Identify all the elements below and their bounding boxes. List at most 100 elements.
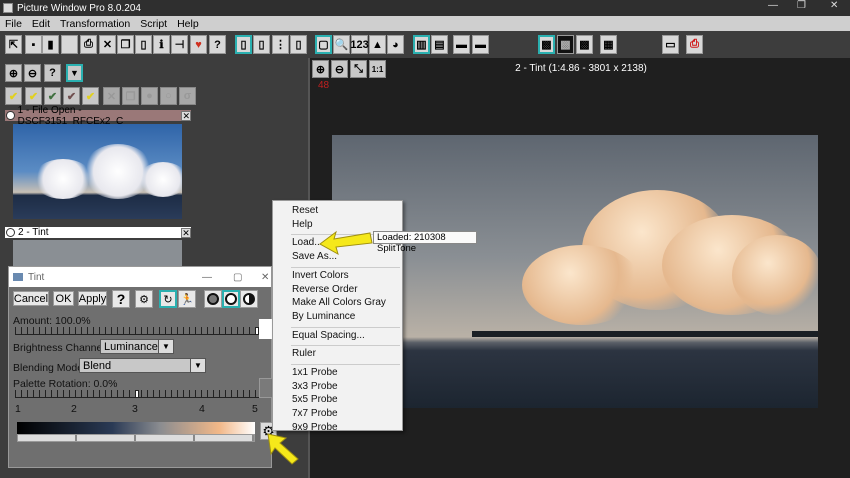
check-dark-icon[interactable]: ✔ [63, 87, 80, 105]
zoom-in-icon[interactable]: ⊕ [5, 64, 22, 82]
layout-4-icon[interactable]: ▯ [290, 35, 307, 54]
dialog-close-button[interactable]: ✕ [261, 272, 269, 283]
apply-button[interactable]: Apply [78, 291, 107, 306]
check-double-icon[interactable]: ✔ [82, 87, 99, 105]
printer-red-icon[interactable]: ⎙ [686, 35, 703, 54]
menu-item-1x1-probe[interactable]: 1x1 Probe [292, 367, 338, 378]
close-icon[interactable]: ✕ [99, 35, 116, 54]
menu-transformation[interactable]: Transformation [55, 18, 135, 30]
menu-item-3x3-probe[interactable]: 3x3 Probe [292, 381, 338, 392]
circle-outline-icon[interactable]: ○ [160, 87, 177, 105]
menu-item-by-luminance[interactable]: By Luminance [292, 311, 355, 322]
check-multi-yellow-icon[interactable]: ✔ [25, 87, 42, 105]
dialog-maximize-button[interactable]: ▢ [233, 272, 242, 283]
cancel-button[interactable]: Cancel [13, 291, 49, 306]
menu-item-5x5-probe[interactable]: 5x5 Probe [292, 394, 338, 405]
gradient-cyan-icon[interactable]: ▬ [472, 35, 489, 54]
menu-item-make-all-colors-gray[interactable]: Make All Colors Gray [292, 297, 386, 308]
thumb-header-1[interactable]: 1 - File Open - DSCF3151_RFCEx2_C ✕ [5, 105, 192, 127]
stop-label: 2 [71, 403, 77, 415]
ok-button[interactable]: OK [53, 291, 74, 306]
view-before-button[interactable] [204, 290, 222, 308]
close-icon[interactable]: ✕ [181, 227, 191, 238]
palette-rotation-slider[interactable] [15, 390, 261, 398]
blending-mode-select[interactable]: Blend ▼ [79, 358, 206, 373]
menu-item-invert-colors[interactable]: Invert Colors [292, 270, 349, 281]
chevron-down-icon: ▼ [190, 359, 205, 372]
mouse-icon[interactable]: ▢ [315, 35, 332, 54]
menu-help[interactable]: Help [172, 18, 204, 30]
checker-white-icon[interactable]: ▩ [576, 35, 593, 54]
run-icon[interactable]: 🏃 [178, 290, 196, 308]
menu-item-ruler[interactable]: Ruler [292, 348, 316, 359]
open-icon[interactable]: ⇱ [5, 35, 22, 54]
menu-script[interactable]: Script [135, 18, 172, 30]
split-vertical-icon[interactable]: ▥ [413, 35, 430, 54]
app-icon [3, 3, 13, 13]
minimize-button[interactable]: — [768, 0, 778, 11]
split-horizontal-icon[interactable]: ▤ [431, 35, 448, 54]
dialog-icon [13, 273, 23, 281]
help-button[interactable]: ? [112, 290, 130, 308]
palette-icon[interactable]: ◕ [387, 35, 404, 54]
check-yellow-icon[interactable]: ✔ [5, 87, 22, 105]
circle-icon[interactable]: ● [141, 87, 158, 105]
view-after-button[interactable] [222, 290, 240, 308]
layout-3-icon[interactable]: ⋮ [272, 35, 289, 54]
histogram-icon[interactable]: ▲ [369, 35, 386, 54]
close-button[interactable]: ✕ [830, 0, 838, 11]
checker-gray-icon[interactable]: ▩ [538, 35, 555, 54]
new-icon[interactable] [61, 35, 78, 54]
brightness-channel-select[interactable]: Luminance ▼ [100, 339, 174, 354]
amount-slider[interactable] [15, 327, 261, 335]
palette-gradient[interactable] [17, 422, 255, 434]
menu-file[interactable]: File [0, 18, 27, 30]
magnifier-icon[interactable]: 🔍 [333, 35, 350, 54]
tree-icon[interactable]: ⊣ [171, 35, 188, 54]
copy-icon[interactable]: ❐ [122, 87, 139, 105]
grid-icon[interactable]: ▦ [600, 35, 617, 54]
print-icon[interactable]: ⎙ [80, 35, 97, 54]
menu-item-equal-spacing[interactable]: Equal Spacing... [292, 330, 365, 341]
check-green-icon[interactable]: ✔ [44, 87, 61, 105]
thumbnail-file-open[interactable] [13, 124, 182, 219]
radio-button[interactable] [6, 111, 15, 120]
menu-edit[interactable]: Edit [27, 18, 55, 30]
menu-item-reset[interactable]: Reset [292, 205, 318, 216]
sd-card-icon[interactable]: ▮ [42, 35, 59, 54]
main-image[interactable] [332, 135, 818, 408]
paste-icon[interactable]: ▯ [135, 35, 152, 54]
image-title: 2 - Tint (1:4.86 - 3801 x 2138) [515, 63, 647, 74]
help-icon[interactable]: ? [44, 64, 61, 82]
palette-stop-bar[interactable] [17, 434, 255, 442]
maximize-button[interactable]: ❐ [797, 0, 806, 11]
menu-item-help[interactable]: Help [292, 219, 313, 230]
slider-thumb[interactable] [135, 390, 139, 398]
favorite-heart-icon[interactable]: ♥ [190, 35, 207, 54]
info-icon[interactable]: ℹ [153, 35, 170, 54]
menu-item-reverse-order[interactable]: Reverse Order [292, 284, 358, 295]
thumb-header-2[interactable]: 2 - Tint ✕ [5, 227, 191, 238]
checker-black-icon[interactable]: ▩ [557, 35, 574, 54]
save-icon[interactable]: ▪ [25, 35, 42, 54]
numeric-readout-icon[interactable]: 123 [350, 35, 369, 54]
radio-button[interactable] [6, 228, 15, 237]
monitor-icon[interactable]: ▭ [662, 35, 679, 54]
dialog-title-bar: Tint — ▢ ✕ [9, 267, 271, 287]
layout-2-icon[interactable]: ▯ [253, 35, 270, 54]
settings-gear-icon[interactable]: ⚙ [135, 290, 153, 308]
close-icon[interactable]: ✕ [181, 110, 192, 121]
dialog-minimize-button[interactable]: — [202, 272, 212, 283]
delete-icon[interactable]: ✕ [103, 87, 120, 105]
auto-refresh-icon[interactable]: ↻ [159, 290, 177, 308]
zoom-out-icon[interactable]: ⊖ [24, 64, 41, 82]
script-icon[interactable]: σ [179, 87, 196, 105]
help-icon[interactable]: ? [209, 35, 226, 54]
dropdown-icon[interactable]: ▼ [66, 64, 83, 82]
menu-separator [291, 364, 400, 365]
view-split-button[interactable] [240, 290, 258, 308]
copy-icon[interactable]: ❐ [117, 35, 134, 54]
gradient-red-icon[interactable]: ▬ [453, 35, 470, 54]
menu-item-7x7-probe[interactable]: 7x7 Probe [292, 408, 338, 419]
layout-1-icon[interactable]: ▯ [235, 35, 252, 54]
